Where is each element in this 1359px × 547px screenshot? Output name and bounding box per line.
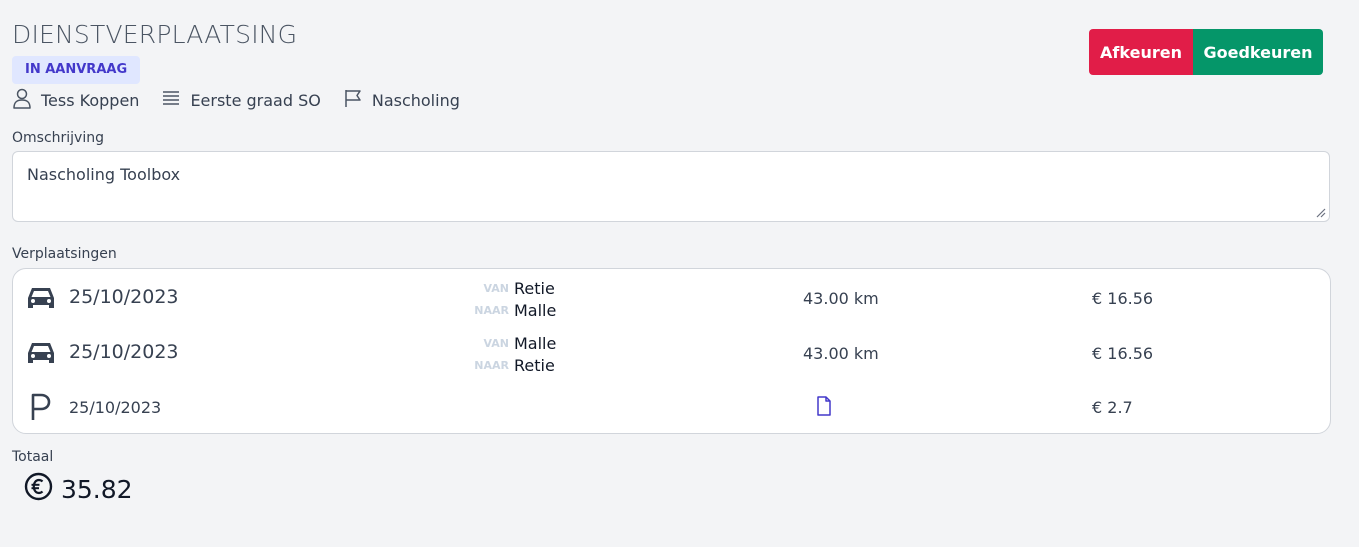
trip-cost: € 16.56: [1092, 344, 1154, 363]
trip-row[interactable]: 25/10/2023 € 2.7: [13, 381, 1330, 435]
car-icon: [25, 284, 57, 316]
trip-route: VAN Retie NAAR Malle: [468, 277, 598, 321]
trip-to: Retie: [514, 355, 555, 375]
car-icon: [25, 339, 57, 371]
reject-button[interactable]: Afkeuren: [1089, 29, 1193, 75]
meta-category: Nascholing: [343, 88, 460, 112]
parking-icon: [25, 392, 57, 426]
trip-date: 25/10/2023: [69, 286, 179, 308]
trips-label: Verplaatsingen: [12, 246, 117, 262]
trip-from: Malle: [514, 333, 557, 353]
status-badge: IN AANVRAAG: [12, 56, 141, 84]
user-icon: [12, 87, 41, 113]
trips-list: 25/10/2023 VAN Retie NAAR Malle 43.00 km €…: [12, 268, 1331, 434]
trip-row[interactable]: 25/10/2023 VAN Malle NAAR Retie 43.00 km €…: [13, 327, 1330, 381]
to-tag: NAAR: [474, 358, 509, 372]
resize-handle-icon[interactable]: [1316, 208, 1326, 218]
trip-date: 25/10/2023: [69, 341, 179, 363]
description-value: Nascholing Toolbox: [27, 165, 181, 184]
euro-circle-icon: [24, 472, 61, 507]
person-name: Tess Koppen: [41, 90, 140, 110]
flag-icon: [343, 88, 372, 112]
meta-group: Eerste graad SO: [161, 89, 321, 111]
description-label: Omschrijving: [12, 130, 104, 146]
total-amount: 35.82: [24, 472, 133, 507]
from-tag: VAN: [483, 336, 510, 350]
description-field[interactable]: Nascholing Toolbox: [12, 151, 1330, 222]
trip-distance: 43.00 km: [803, 344, 879, 363]
document-icon[interactable]: [816, 396, 832, 420]
total-label: Totaal: [12, 449, 54, 465]
group-name: Eerste graad SO: [190, 90, 321, 110]
meta-person: Tess Koppen: [12, 87, 139, 113]
trip-date: 25/10/2023: [69, 398, 162, 417]
trip-distance: 43.00 km: [803, 289, 879, 308]
trip-to: Malle: [514, 300, 557, 320]
meta-bar: Tess Koppen Eerste graad SO Nascholing: [12, 87, 482, 113]
to-tag: NAAR: [474, 303, 509, 317]
trip-route: VAN Malle NAAR Retie: [468, 332, 598, 376]
action-buttons: Afkeuren Goedkeuren: [1089, 29, 1323, 75]
approve-button[interactable]: Goedkeuren: [1193, 29, 1323, 75]
trip-row[interactable]: 25/10/2023 VAN Retie NAAR Malle 43.00 km €…: [13, 272, 1330, 326]
trip-from: Retie: [514, 278, 555, 298]
total-value: 35.82: [61, 475, 133, 504]
list-icon: [161, 89, 190, 111]
from-tag: VAN: [483, 281, 510, 295]
trip-cost: € 2.7: [1092, 398, 1133, 417]
page-title: DIENSTVERPLAATSING: [12, 20, 298, 49]
trip-cost: € 16.56: [1092, 289, 1154, 308]
category-name: Nascholing: [371, 90, 460, 110]
